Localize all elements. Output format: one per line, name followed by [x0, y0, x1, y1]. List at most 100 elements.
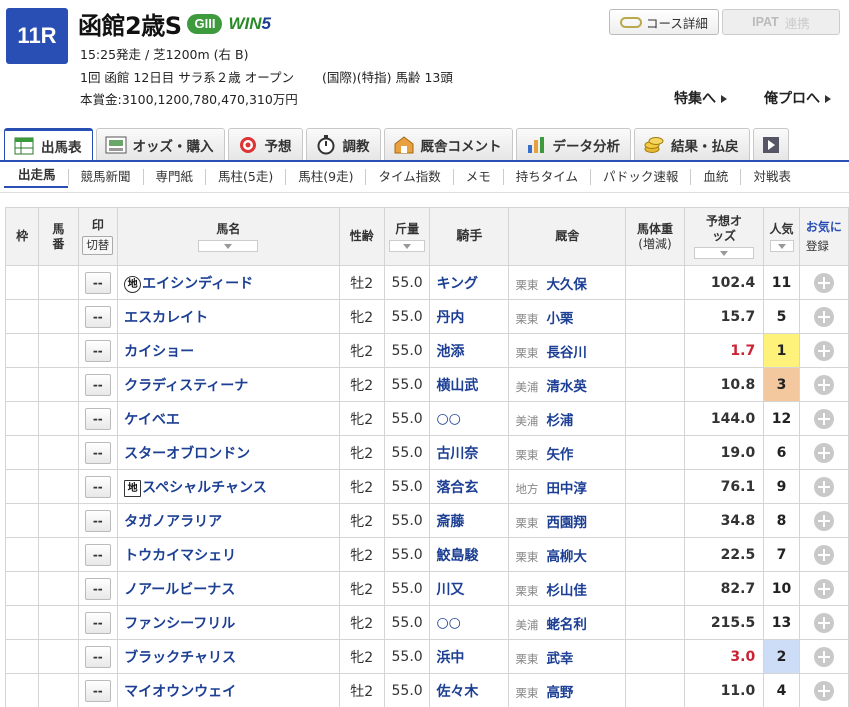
jockey-link[interactable]: 川又: [436, 582, 464, 598]
trainer-link[interactable]: 高野: [546, 685, 573, 701]
tab-prediction[interactable]: 予想: [227, 128, 303, 160]
sort-weight-button[interactable]: [389, 239, 426, 252]
mark-select[interactable]: --: [84, 577, 111, 600]
horse-name-link[interactable]: スペシャルチャンス: [142, 480, 267, 496]
tab-odds[interactable]: オッズ・購入: [95, 128, 225, 160]
horse-name-link[interactable]: ファンシーフリル: [124, 616, 235, 632]
add-favorite-icon[interactable]: [813, 544, 834, 565]
horse-name-link[interactable]: マイオウンウェイ: [124, 684, 236, 700]
jockey-link[interactable]: 丹内: [436, 310, 464, 326]
horse-name-link[interactable]: タガノアラリア: [124, 514, 222, 530]
stable-area: 栗東: [515, 345, 539, 360]
trainer-link[interactable]: 矢作: [546, 447, 573, 463]
jockey-link[interactable]: ○○: [436, 615, 460, 631]
subtab-pro-paper[interactable]: 専門紙: [142, 169, 206, 185]
tab-stable-comment[interactable]: 厩舎コメント: [383, 128, 513, 160]
switch-button[interactable]: 切替: [82, 236, 114, 255]
horse-name-link[interactable]: スターオブロンドン: [124, 446, 250, 462]
add-favorite-icon[interactable]: [813, 272, 834, 293]
jockey-link[interactable]: 佐々木: [436, 684, 478, 700]
horse-name-link[interactable]: クラディスティーナ: [124, 378, 248, 394]
mark-select[interactable]: --: [84, 611, 111, 634]
subtab-best-time[interactable]: 持ちタイム: [502, 169, 590, 185]
subtab-pedigree[interactable]: 血統: [690, 169, 740, 185]
jockey-link[interactable]: 鮫島駿: [436, 548, 478, 564]
add-favorite-icon[interactable]: [813, 646, 834, 667]
trainer-link[interactable]: 杉山佳: [546, 583, 587, 599]
subtab-memo[interactable]: メモ: [452, 169, 503, 185]
subtab-time-index[interactable]: タイム指数: [365, 169, 452, 185]
jockey-link[interactable]: 落合玄: [436, 480, 478, 496]
mark-select[interactable]: --: [84, 373, 111, 396]
sort-pop-button[interactable]: [769, 239, 794, 252]
tab-data-analysis[interactable]: データ分析: [515, 128, 631, 160]
mark-select[interactable]: --: [84, 305, 111, 328]
add-favorite-icon[interactable]: [813, 612, 834, 633]
subtab-paddock[interactable]: パドック速報: [590, 169, 690, 185]
add-favorite-icon[interactable]: [813, 510, 834, 531]
stable-area: 栗東: [515, 277, 539, 292]
mark-select[interactable]: --: [84, 543, 111, 566]
mark-select[interactable]: --: [84, 475, 111, 498]
subtab-entries[interactable]: 出走馬: [4, 167, 68, 188]
horse-name-link[interactable]: ブラックチャリス: [124, 650, 236, 666]
horse-name-link[interactable]: カイショー: [124, 344, 194, 360]
horse-name-cell: ケイベエ: [117, 401, 340, 436]
trainer-link[interactable]: 長谷川: [546, 345, 587, 361]
sort-odds-button[interactable]: [694, 247, 754, 259]
trainer-link[interactable]: 高柳大: [546, 549, 587, 565]
jockey-cell: 佐々木: [429, 673, 510, 707]
pro-link[interactable]: 俺プロへ: [764, 88, 831, 108]
trainer-link[interactable]: 小栗: [546, 311, 573, 327]
mark-select[interactable]: --: [84, 441, 111, 464]
add-favorite-icon[interactable]: [813, 476, 834, 497]
trainer-link[interactable]: 武幸: [546, 651, 573, 667]
horse-name-link[interactable]: ケイベエ: [124, 412, 180, 428]
jockey-link[interactable]: キング: [436, 276, 478, 292]
weight-cell: 55.0: [383, 469, 431, 504]
jockey-link[interactable]: 斎藤: [436, 514, 464, 530]
mark-select[interactable]: --: [84, 407, 111, 430]
horse-name-link[interactable]: ノアールビーナス: [124, 582, 235, 598]
jockey-link[interactable]: 浜中: [436, 650, 464, 666]
course-detail-button[interactable]: コース詳細: [609, 9, 719, 35]
add-favorite-icon[interactable]: [813, 374, 834, 395]
add-favorite-icon[interactable]: [813, 578, 834, 599]
horse-name-link[interactable]: トウカイマシェリ: [124, 548, 236, 564]
feature-link[interactable]: 特集へ: [674, 88, 727, 108]
sort-name-button[interactable]: [198, 239, 259, 252]
tab-more[interactable]: [752, 128, 789, 160]
race-number-badge: 11R: [6, 8, 68, 64]
trainer-link[interactable]: 清水英: [546, 379, 587, 395]
favorite-cell: [798, 401, 849, 436]
tab-results[interactable]: 結果・払戻: [634, 128, 750, 160]
mark-select[interactable]: --: [84, 339, 111, 362]
horse-name-link[interactable]: エイシンディード: [142, 276, 253, 292]
tab-entries[interactable]: 出馬表: [4, 128, 93, 161]
add-favorite-icon[interactable]: [813, 340, 834, 361]
mark-select[interactable]: --: [84, 509, 111, 532]
ipat-link-button[interactable]: IPAT 連携: [722, 9, 840, 35]
add-favorite-icon[interactable]: [813, 408, 834, 429]
jockey-link[interactable]: 古川奈: [436, 446, 478, 462]
subtab-past9[interactable]: 馬柱(9走): [285, 169, 365, 185]
jockey-link[interactable]: 横山武: [436, 378, 478, 394]
subtab-newspaper[interactable]: 競馬新聞: [67, 169, 143, 185]
add-favorite-icon[interactable]: [813, 306, 834, 327]
add-favorite-icon[interactable]: [813, 680, 834, 701]
trainer-link[interactable]: 蛯名利: [546, 617, 587, 633]
jockey-link[interactable]: 池添: [436, 344, 464, 360]
trainer-link[interactable]: 大久保: [546, 277, 587, 293]
jockey-link[interactable]: ○○: [436, 411, 460, 427]
mark-select[interactable]: --: [84, 645, 111, 668]
trainer-link[interactable]: 田中淳: [546, 481, 587, 497]
mark-select[interactable]: --: [84, 271, 111, 294]
subtab-matchup[interactable]: 対戦表: [740, 169, 803, 185]
tab-training[interactable]: 調教: [305, 128, 381, 160]
subtab-past5[interactable]: 馬柱(5走): [205, 169, 285, 185]
mark-select[interactable]: --: [84, 679, 111, 702]
trainer-link[interactable]: 杉浦: [546, 413, 573, 429]
trainer-link[interactable]: 西園翔: [546, 515, 587, 531]
add-favorite-icon[interactable]: [813, 442, 834, 463]
horse-name-link[interactable]: エスカレイト: [124, 310, 208, 326]
